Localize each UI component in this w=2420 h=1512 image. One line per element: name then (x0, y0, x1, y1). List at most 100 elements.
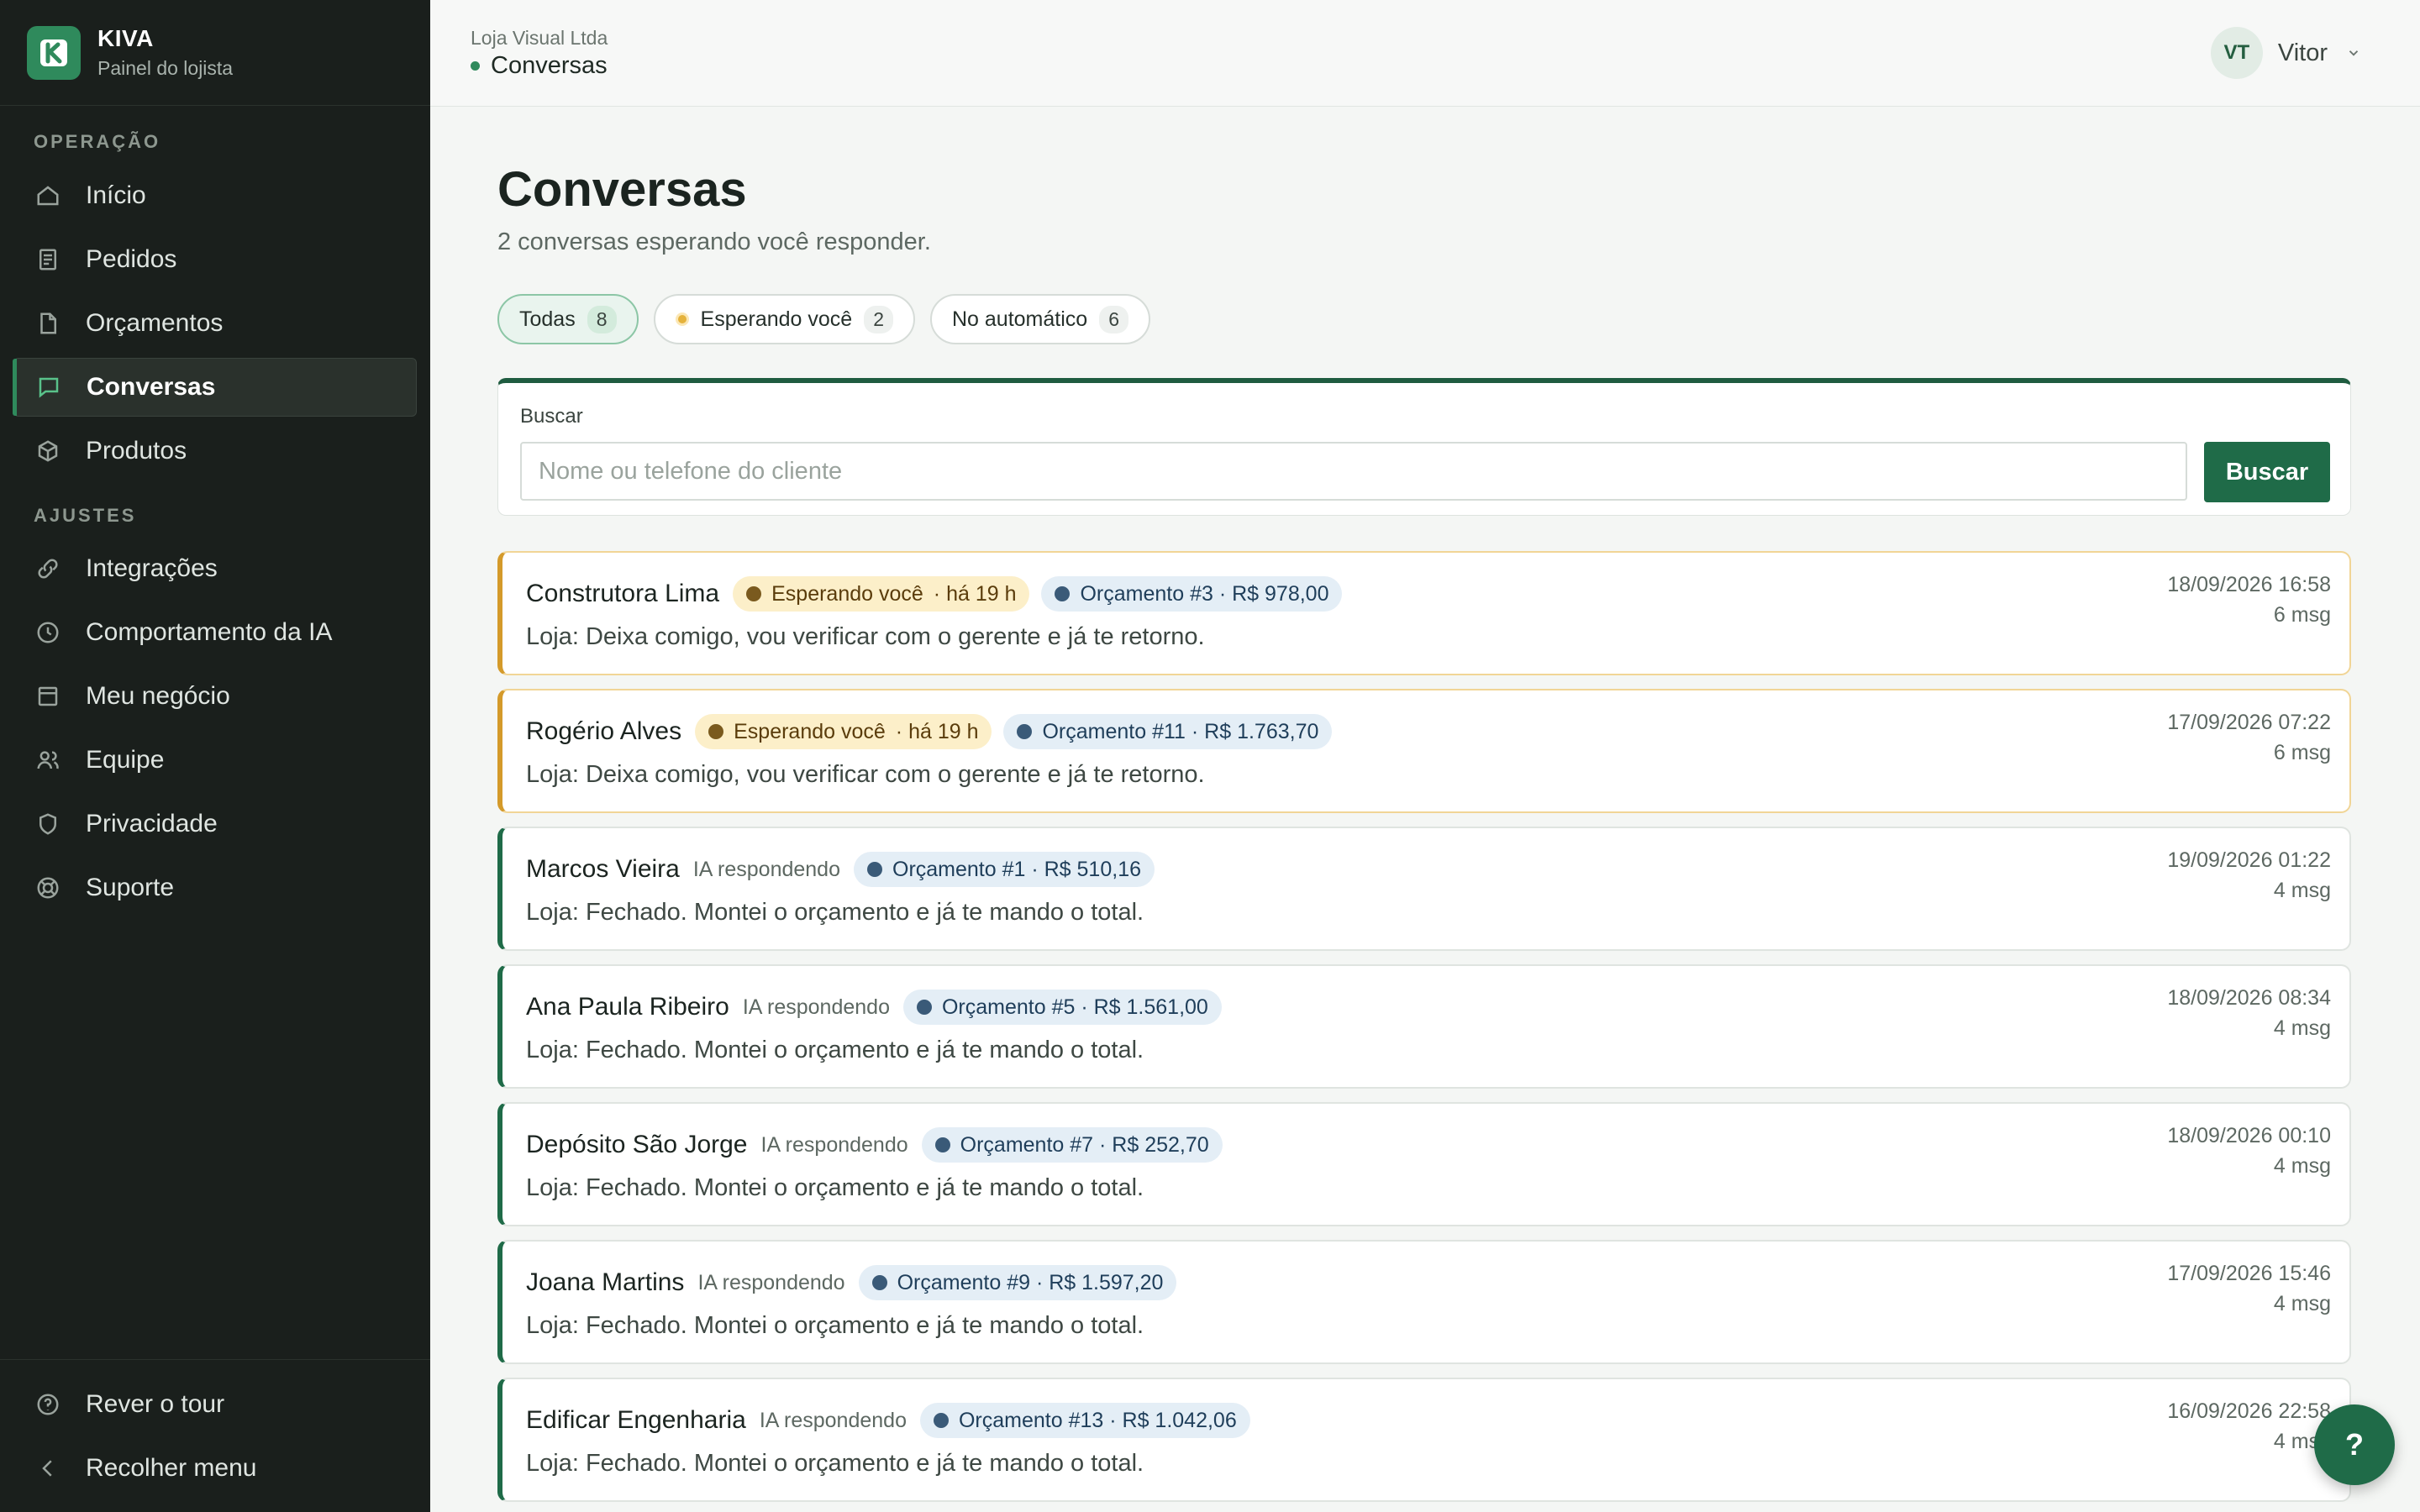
kiva-logo (27, 25, 81, 80)
conversation-item[interactable]: Construtora Lima Esperando você · há 19 … (497, 551, 2351, 675)
filter-todas[interactable]: Todas 8 (497, 294, 639, 344)
sidebar-item-conversas[interactable]: Conversas (13, 358, 417, 417)
search-input[interactable] (520, 442, 2187, 501)
customer-name: Rogério Alves (526, 717, 682, 745)
filter-esperando[interactable]: Esperando você 2 (653, 294, 915, 344)
status-dot-icon (746, 586, 762, 601)
conversation-item[interactable]: Marcos Vieira IA respondendo Orçamento #… (497, 827, 2351, 951)
chevron-left-icon (42, 1460, 52, 1477)
sidebar-item-meu-negocio[interactable]: Meu negócio (13, 667, 417, 726)
quote-badge[interactable]: Orçamento #1 · R$ 510,16 (854, 852, 1155, 887)
search-card: Buscar Buscar (497, 378, 2351, 516)
search-label: Buscar (520, 405, 583, 428)
user-menu[interactable]: VT Vitor (2210, 27, 2361, 79)
conversation-date: 17/09/2026 07:22 (2167, 711, 2331, 734)
brand[interactable]: KIVA Painel do lojista (0, 0, 430, 106)
conversation-item[interactable]: Depósito São Jorge IA respondendo Orçame… (497, 1102, 2351, 1226)
collapse-menu-button[interactable]: Recolher menu (13, 1439, 417, 1498)
user-name: Vitor (2277, 39, 2328, 66)
filter-chips: Todas 8 Esperando você 2 No automático 6 (497, 294, 1150, 344)
filter-automatico[interactable]: No automático 6 (930, 294, 1150, 344)
message-count: 4 msg (2273, 879, 2331, 902)
brand-subtitle: Painel do lojista (97, 57, 234, 79)
quote-badge[interactable]: Orçamento #11 · R$ 1.763,70 (1003, 714, 1333, 749)
message-count: 6 msg (2273, 603, 2331, 627)
main-content: Conversas 2 conversas esperando você res… (430, 108, 2420, 1512)
filter-label: Esperando você (700, 307, 853, 331)
conversation-item[interactable]: Rogério Alves Esperando você · há 19 h O… (497, 689, 2351, 813)
sidebar-item-label: Início (86, 181, 146, 209)
waiting-time: · há 19 h (895, 719, 979, 743)
waiting-badge: Esperando você · há 19 h (695, 714, 992, 749)
quote-dot-icon (934, 1137, 950, 1152)
waiting-label: Esperando você (734, 719, 886, 743)
quote-dot-icon (933, 1413, 949, 1428)
filter-count: 8 (587, 305, 617, 333)
last-message: Loja: Deixa comigo, vou verificar com o … (526, 623, 1205, 650)
message-count: 4 msg (2273, 1154, 2331, 1178)
last-message: Loja: Fechado. Montei o orçamento e já t… (526, 1037, 1144, 1063)
conversation-date: 18/09/2026 16:58 (2167, 573, 2331, 596)
sidebar-item-pedidos[interactable]: Pedidos (13, 230, 417, 289)
sidebar-item-suporte[interactable]: Suporte (13, 858, 417, 917)
conversation-header: Rogério Alves Esperando você · há 19 h O… (526, 714, 1333, 749)
clock-icon (37, 622, 59, 643)
conversation-date: 18/09/2026 00:10 (2167, 1124, 2331, 1147)
sidebar-item-integracoes[interactable]: Integrações (13, 539, 417, 598)
quote-badge[interactable]: Orçamento #3 · R$ 978,00 (1041, 576, 1343, 612)
ai-status-label: IA respondendo (759, 1408, 907, 1432)
tour-button[interactable]: Rever o tour (13, 1375, 417, 1434)
quote-badge[interactable]: Orçamento #9 · R$ 1.597,20 (858, 1265, 1177, 1300)
quote-badge[interactable]: Orçamento #13 · R$ 1.042,06 (919, 1403, 1250, 1438)
store-name: Loja Visual Ltda (471, 27, 608, 49)
waiting-dot-icon (675, 312, 689, 326)
avatar: VT (2210, 27, 2263, 79)
sidebar-item-orcamentos[interactable]: Orçamentos (13, 294, 417, 353)
section-label-ajustes: AJUSTES (34, 505, 137, 526)
conversation-header: Ana Paula Ribeiro IA respondendo Orçamen… (526, 990, 1222, 1025)
quote-dot-icon (916, 1000, 932, 1015)
home-icon (37, 186, 59, 206)
conversation-date: 19/09/2026 01:22 (2167, 848, 2331, 872)
sidebar-item-label: Conversas (87, 373, 216, 401)
quote-badge[interactable]: Orçamento #5 · R$ 1.561,00 (902, 990, 1222, 1025)
last-message: Loja: Deixa comigo, vou verificar com o … (526, 761, 1205, 788)
sidebar-item-label: Integrações (86, 554, 218, 582)
sidebar-item-inicio[interactable]: Início (13, 166, 417, 225)
breadcrumb: Conversas (471, 52, 608, 80)
chat-icon (39, 377, 59, 398)
search-button[interactable]: Buscar (2204, 442, 2330, 502)
quote-badge[interactable]: Orçamento #7 · R$ 252,70 (921, 1127, 1223, 1163)
quote-label: Orçamento #3 · R$ 978,00 (1080, 581, 1329, 606)
box-icon (38, 440, 58, 462)
message-count: 4 msg (2273, 1292, 2331, 1315)
help-circle-icon (37, 1394, 59, 1415)
help-button[interactable]: ? (2314, 1404, 2395, 1485)
last-message: Loja: Fechado. Montei o orçamento e já t… (526, 1312, 1144, 1339)
conversation-header: Edificar Engenharia IA respondendo Orçam… (526, 1403, 1250, 1438)
sidebar-item-label: Privacidade (86, 810, 218, 837)
sidebar-item-comportamento-ia[interactable]: Comportamento da IA (13, 603, 417, 662)
conversation-header: Marcos Vieira IA respondendo Orçamento #… (526, 852, 1155, 887)
status-dot-icon (708, 724, 724, 739)
waiting-badge: Esperando você · há 19 h (733, 576, 1030, 612)
sidebar-item-label: Orçamentos (86, 309, 224, 337)
conversation-item[interactable]: Ana Paula Ribeiro IA respondendo Orçamen… (497, 964, 2351, 1089)
sidebar-item-label: Produtos (86, 437, 187, 465)
conversation-header: Depósito São Jorge IA respondendo Orçame… (526, 1127, 1223, 1163)
sidebar-item-equipe[interactable]: Equipe (13, 731, 417, 790)
customer-name: Depósito São Jorge (526, 1131, 748, 1158)
waiting-time: · há 19 h (933, 581, 1017, 606)
ai-status-label: IA respondendo (742, 995, 890, 1019)
conversation-item[interactable]: Joana Martins IA respondendo Orçamento #… (497, 1240, 2351, 1364)
store-icon (38, 686, 58, 706)
sidebar-item-produtos[interactable]: Produtos (13, 422, 417, 480)
page-title: Conversas (497, 162, 747, 217)
conversation-item[interactable]: Edificar Engenharia IA respondendo Orçam… (497, 1378, 2351, 1502)
sidebar-item-privacidade[interactable]: Privacidade (13, 795, 417, 853)
chevron-down-icon (2349, 50, 2359, 56)
logo-k-icon (40, 39, 67, 66)
topbar: Loja Visual Ltda Conversas VT Vitor (430, 0, 2420, 107)
last-message: Loja: Fechado. Montei o orçamento e já t… (526, 899, 1144, 926)
users-icon (37, 751, 59, 769)
